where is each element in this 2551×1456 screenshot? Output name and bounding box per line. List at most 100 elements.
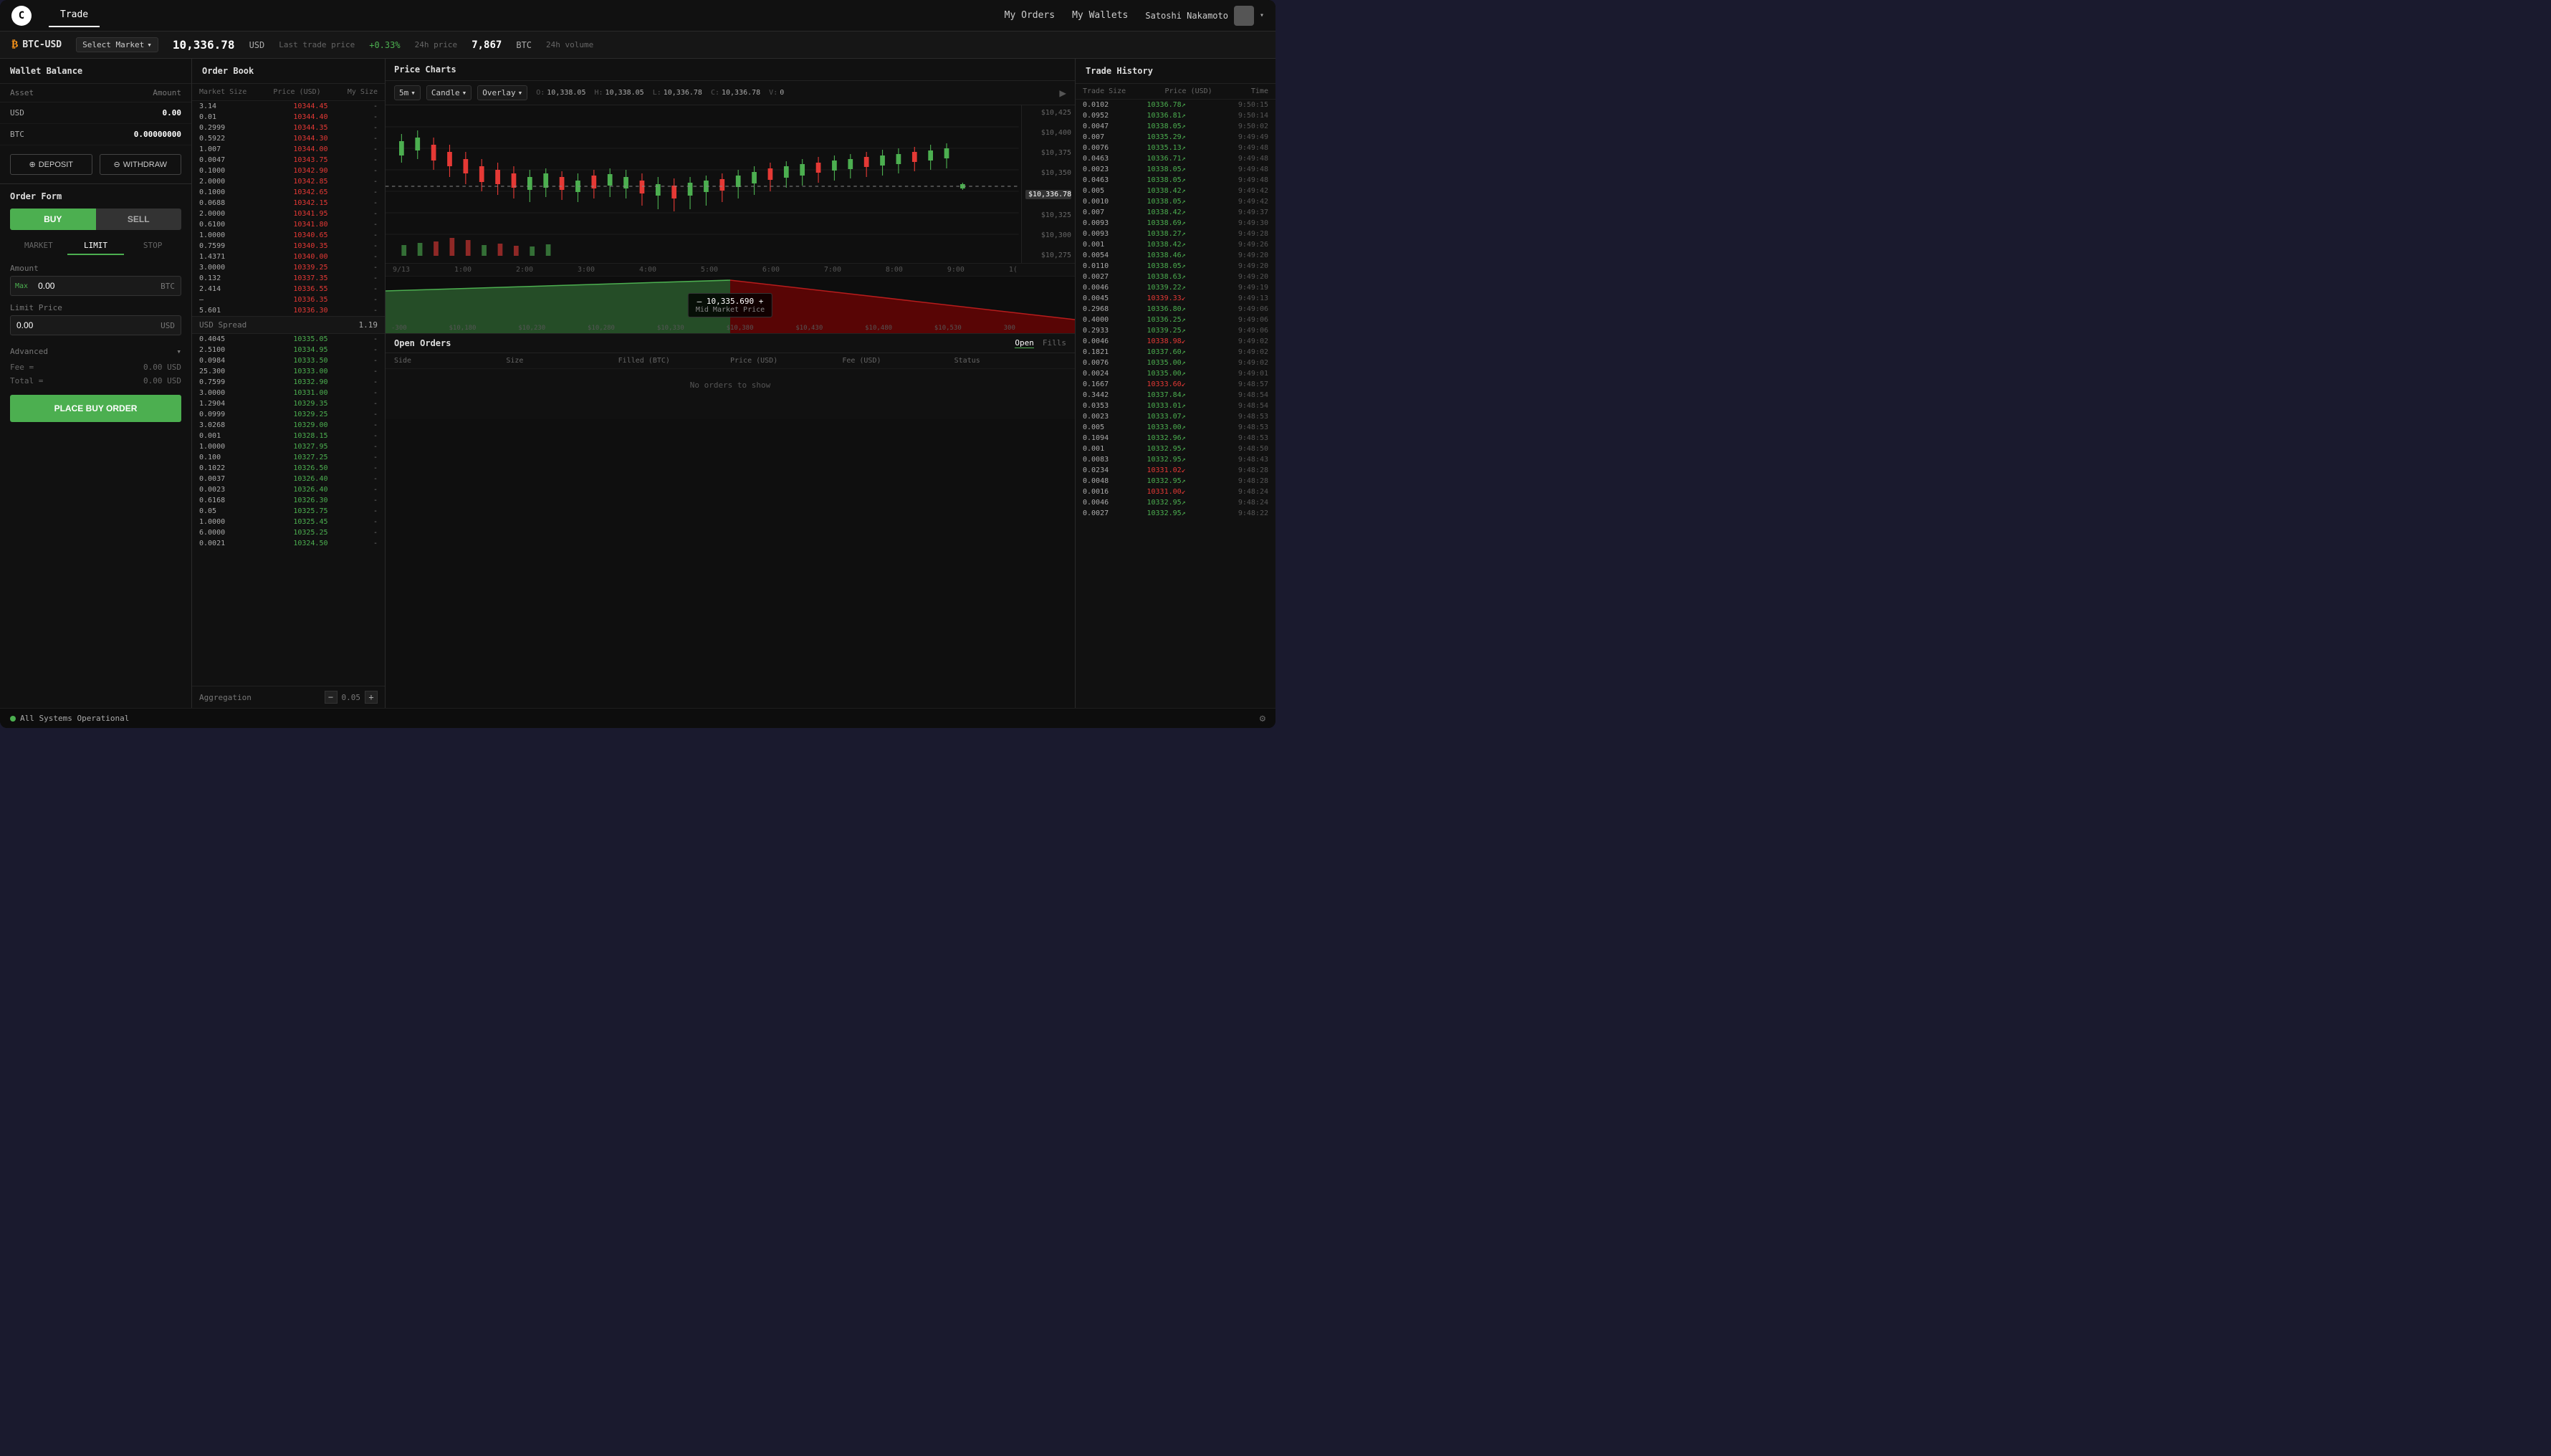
trade-history-row: 0.109410332.96↗9:48:53 <box>1076 433 1276 444</box>
trade-history-row: 0.035310333.01↗9:48:54 <box>1076 401 1276 411</box>
chevron-down-icon: ▾ <box>411 88 416 97</box>
user-menu[interactable]: Satoshi Nakamoto ▾ <box>1145 6 1264 26</box>
app-logo[interactable]: C <box>11 6 32 26</box>
ob-bid-row[interactable]: 0.616810326.30- <box>192 495 385 506</box>
ob-ask-row[interactable]: 2.000010342.85- <box>192 176 385 187</box>
buy-button[interactable]: BUY <box>10 209 96 230</box>
ob-ask-row[interactable]: 0.100010342.65- <box>192 187 385 198</box>
ob-bid-row[interactable]: 0.002110324.50- <box>192 538 385 549</box>
open-orders-tabs: Open Fills <box>1015 338 1066 348</box>
stop-order-tab[interactable]: STOP <box>124 237 181 255</box>
time-label-5: 5:00 <box>701 266 718 274</box>
ob-bid-row[interactable]: 0.10010327.25- <box>192 452 385 463</box>
ob-bid-row[interactable]: 0.003710326.40- <box>192 474 385 484</box>
top-nav: C Trade My Orders My Wallets Satoshi Nak… <box>0 0 1276 32</box>
market-order-tab[interactable]: MARKET <box>10 237 67 255</box>
my-orders-link[interactable]: My Orders <box>1005 10 1055 21</box>
advanced-toggle[interactable]: Advanced ▾ <box>0 343 191 360</box>
ob-ask-row[interactable]: 1.437110340.00- <box>192 252 385 262</box>
trading-pair: ₿ BTC-USD <box>11 39 62 51</box>
ob-bid-row[interactable]: 0.098410333.50- <box>192 355 385 366</box>
ob-ask-row[interactable]: 2.41410336.55- <box>192 284 385 294</box>
ob-ask-row[interactable]: 0.068810342.15- <box>192 198 385 209</box>
withdraw-button[interactable]: ⊖ WITHDRAW <box>100 154 182 175</box>
ob-bid-row[interactable]: 0.002310326.40- <box>192 484 385 495</box>
place-order-button[interactable]: PLACE BUY ORDER <box>10 395 181 422</box>
my-wallets-link[interactable]: My Wallets <box>1072 10 1128 21</box>
ob-ask-row[interactable]: 0.592210344.30- <box>192 133 385 144</box>
pair-label: BTC-USD <box>22 39 62 50</box>
open-tab[interactable]: Open <box>1015 338 1034 348</box>
ob-ask-row[interactable]: 1.00710344.00- <box>192 144 385 155</box>
current-price-tick: $10,336.78 <box>1025 190 1071 199</box>
ob-ask-row[interactable]: 0.100010342.90- <box>192 166 385 176</box>
status-bar: All Systems Operational ⚙ <box>0 708 1276 728</box>
ob-ask-row[interactable]: 3.1410344.45- <box>192 101 385 112</box>
ob-bid-row[interactable]: 0.00110328.15- <box>192 431 385 441</box>
mid-price-overlay: — 10,335.690 + Mid Market Price <box>688 293 772 317</box>
ob-bid-row[interactable]: 3.026810329.00- <box>192 420 385 431</box>
ob-ask-row[interactable]: 0.0110344.40- <box>192 112 385 123</box>
amount-input[interactable] <box>32 277 155 295</box>
price-tick-2: $10,400 <box>1025 129 1071 137</box>
chart-scroll-right[interactable]: ▶ <box>1059 86 1066 100</box>
ob-bid-row[interactable]: 0.102210326.50- <box>192 463 385 474</box>
limit-order-tab[interactable]: LIMIT <box>67 237 125 255</box>
wallet-actions: ⊕ DEPOSIT ⊖ WITHDRAW <box>0 145 191 183</box>
max-label[interactable]: Max <box>11 282 32 290</box>
depth-label-2: $10,230 <box>518 325 545 332</box>
ob-bid-row[interactable]: 0.0510325.75- <box>192 506 385 517</box>
sell-button[interactable]: SELL <box>96 209 182 230</box>
chart-type-select[interactable]: Candle ▾ <box>426 85 472 100</box>
ob-bid-row[interactable]: 25.30010333.00- <box>192 366 385 377</box>
status-text: All Systems Operational <box>20 714 129 723</box>
open-orders-panel: Open Orders Open Fills Side Size Filled … <box>386 333 1075 419</box>
nav-tab-trade[interactable]: Trade <box>49 4 100 27</box>
limit-price-input[interactable] <box>11 316 155 335</box>
ob-ask-row[interactable]: —10336.35- <box>192 294 385 305</box>
ob-ask-row[interactable]: 0.004710343.75- <box>192 155 385 166</box>
wallet-table-header: Asset Amount <box>0 84 191 102</box>
ob-bid-row[interactable]: 1.290410329.35- <box>192 398 385 409</box>
depth-label-3: $10,280 <box>588 325 615 332</box>
overlay-select[interactable]: Overlay ▾ <box>477 85 527 100</box>
wallet-row-btc: BTC 0.00000000 <box>0 124 191 145</box>
deposit-button[interactable]: ⊕ DEPOSIT <box>10 154 92 175</box>
trade-history-row: 0.00710338.42↗9:49:37 <box>1076 207 1276 218</box>
h-value: H: 10,338.05 <box>594 89 643 97</box>
timeframe-select[interactable]: 5m ▾ <box>394 85 421 100</box>
ob-my-size-header: My Size <box>348 88 378 96</box>
app-container: C Trade My Orders My Wallets Satoshi Nak… <box>0 0 1276 728</box>
trade-history-row: 0.004510339.33↙9:49:13 <box>1076 293 1276 304</box>
ob-bid-row[interactable]: 1.000010325.45- <box>192 517 385 527</box>
ob-bid-row[interactable]: 0.759910332.90- <box>192 377 385 388</box>
ob-ask-row[interactable]: 3.000010339.25- <box>192 262 385 273</box>
volume-24h: 7,867 <box>472 39 502 51</box>
ob-bid-row[interactable]: 0.099910329.25- <box>192 409 385 420</box>
trade-history-row: 0.011010338.05↗9:49:20 <box>1076 261 1276 272</box>
trade-history-row: 0.00110338.42↗9:49:26 <box>1076 239 1276 250</box>
agg-decrease-button[interactable]: − <box>325 691 338 704</box>
ob-ask-row[interactable]: 0.610010341.80- <box>192 219 385 230</box>
select-market-button[interactable]: Select Market ▾ <box>76 37 158 52</box>
ob-bid-row[interactable]: 2.510010334.95- <box>192 345 385 355</box>
ob-bid-row[interactable]: 1.000010327.95- <box>192 441 385 452</box>
fills-tab[interactable]: Fills <box>1043 338 1066 348</box>
ob-ask-row[interactable]: 2.000010341.95- <box>192 209 385 219</box>
ob-bid-row[interactable]: 3.000010331.00- <box>192 388 385 398</box>
orderbook-header: Order Book <box>192 59 385 84</box>
depth-label-1: $10,180 <box>449 325 477 332</box>
main-chart-area[interactable]: $10,425 $10,400 $10,375 $10,350 $10,336.… <box>386 105 1075 263</box>
ob-ask-row[interactable]: 1.000010340.65- <box>192 230 385 241</box>
ob-ask-row[interactable]: 0.759910340.35- <box>192 241 385 252</box>
spread-label: USD Spread <box>199 320 247 330</box>
ob-ask-row[interactable]: 0.13210337.35- <box>192 273 385 284</box>
ob-ask-row[interactable]: 0.299910344.35- <box>192 123 385 133</box>
ob-bid-row[interactable]: 0.404510335.05- <box>192 334 385 345</box>
agg-increase-button[interactable]: + <box>365 691 378 704</box>
ob-ask-row[interactable]: 5.60110336.30- <box>192 305 385 316</box>
depth-label-6: $10,430 <box>795 325 823 332</box>
th-size-header: Trade Size <box>1083 87 1126 95</box>
gear-icon[interactable]: ⚙ <box>1260 713 1265 724</box>
ob-bid-row[interactable]: 6.000010325.25- <box>192 527 385 538</box>
